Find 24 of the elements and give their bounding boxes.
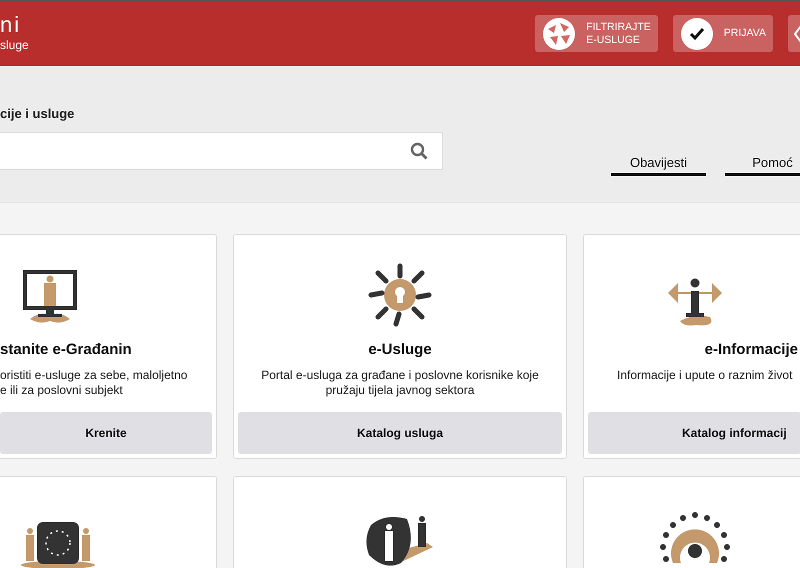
card-description: Portal e-usluga za građane i poslovne korisnike koje pružaju tijela javnog sektora [260,368,540,399]
card-title: stanite e-Građanin [0,341,132,358]
checkmark-icon [680,18,713,50]
monitor-person-icon [23,270,77,323]
card-description: Informacije i upute o raznim život [617,368,794,384]
search-label: cije i usluge [0,106,76,121]
site-title: ni [0,12,22,38]
burst-keyhole-icon [368,264,432,326]
search-icon [410,142,428,160]
card-title: e-Usluge [368,341,432,358]
card-button[interactable]: Katalog usluga [238,412,562,454]
card-title: e-Informacije [704,341,798,358]
search-field[interactable] [0,132,443,170]
card-description: oristiti e-usluge za sebe, maloljetno e ili za poslovni subjekt [0,368,188,399]
filter-services-button[interactable]: FILTRIRAJTE E-USLUGE [535,15,658,52]
tab[interactable]: Pomoć [725,151,800,176]
people-circle-icon [660,512,730,563]
info-arrows-icon [668,278,722,326]
card-button[interactable]: Krenite [0,412,212,454]
tab[interactable]: Obavijesti [611,151,706,176]
card-button[interactable]: Katalog informacij [588,412,800,454]
globe-icon [543,18,576,50]
login-button[interactable]: PRIJAVA [672,15,773,52]
site-subtitle: sluge [0,38,29,52]
